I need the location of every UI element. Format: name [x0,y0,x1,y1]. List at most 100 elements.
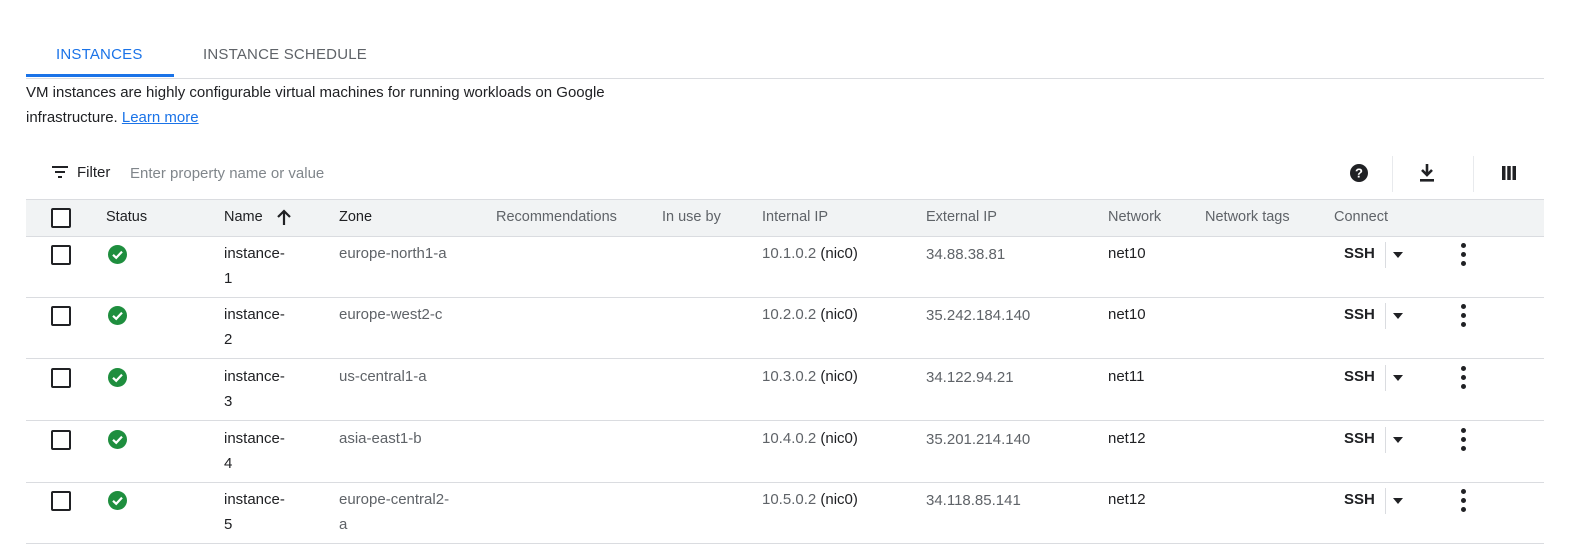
network-link[interactable]: net12 [1108,426,1146,451]
sort-ascending-icon[interactable] [276,208,292,226]
row-checkbox[interactable] [51,430,71,450]
zone-cell: us-central1-a [339,364,427,389]
description-line-1: VM instances are highly configurable vir… [26,84,605,101]
ssh-button[interactable]: SSH [1344,306,1375,323]
network-link[interactable]: net10 [1108,302,1146,327]
ssh-divider [1385,242,1386,268]
tab-instance-schedule[interactable]: INSTANCE SCHEDULE [203,46,367,63]
svg-text:?: ? [1355,166,1363,181]
status-ok-icon [108,430,127,449]
ssh-button[interactable]: SSH [1344,430,1375,447]
instance-name-part: instance- [224,245,285,262]
row-checkbox[interactable] [51,491,71,511]
download-icon[interactable] [1414,160,1440,186]
toolbar-divider [1473,156,1474,192]
instance-name-part: instance- [224,491,285,508]
filter-input[interactable] [130,162,830,184]
status-ok-icon [108,306,127,325]
row-checkbox[interactable] [51,368,71,388]
status-ok-icon [108,245,127,264]
instance-name-link[interactable]: instance- 1 [224,241,285,291]
nic-link[interactable]: (nic0) [820,368,858,385]
column-header-name[interactable]: Name [224,209,263,225]
zone-part: asia-east1-b [339,430,422,447]
internal-ip: 10.1.0.2 [762,245,817,262]
nic-link[interactable]: (nic0) [820,306,858,323]
column-header-status[interactable]: Status [106,209,147,225]
column-header-recommendations[interactable]: Recommendations [496,209,617,225]
filter-icon[interactable] [52,166,68,180]
more-actions-icon[interactable] [1453,428,1473,452]
zone-part: us-central1-a [339,368,427,385]
tab-instances[interactable]: INSTANCES [56,46,143,63]
column-header-zone[interactable]: Zone [339,209,372,225]
nic-link[interactable]: (nic0) [820,430,858,447]
instance-name-part: 2 [224,331,233,348]
zone-part: europe-west2-c [339,306,443,323]
network-link[interactable]: net12 [1108,487,1146,512]
filter-label[interactable]: Filter [77,164,110,181]
page-description: VM instances are highly configurable vir… [26,80,686,130]
row-checkbox[interactable] [51,306,71,326]
instance-name-part: 5 [224,516,233,533]
ssh-dropdown-icon[interactable] [1393,313,1403,319]
column-header-network-tags[interactable]: Network tags [1205,209,1290,225]
ssh-button[interactable]: SSH [1344,491,1375,508]
instance-name-part: 3 [224,393,233,410]
ssh-dropdown-icon[interactable] [1393,252,1403,258]
external-ip: 34.88.38.81 [926,246,1006,263]
ssh-dropdown-icon[interactable] [1393,375,1403,381]
ssh-button[interactable]: SSH [1344,245,1375,262]
row-checkbox[interactable] [51,245,71,265]
more-actions-icon[interactable] [1453,243,1473,267]
internal-ip-cell: 10.5.0.2 (nic0) [762,487,858,512]
ssh-dropdown-icon[interactable] [1393,437,1403,443]
status-ok-icon [108,491,127,510]
ssh-button[interactable]: SSH [1344,368,1375,385]
zone-cell: europe-north1-a [339,241,447,266]
external-ip: 34.118.85.141 [926,492,1021,509]
instance-name-part: instance- [224,368,285,385]
internal-ip-cell: 10.3.0.2 (nic0) [762,364,858,389]
column-header-connect[interactable]: Connect [1334,209,1388,225]
column-header-in-use-by[interactable]: In use by [662,209,721,225]
ssh-divider [1385,427,1386,453]
instance-name-link[interactable]: instance- 3 [224,364,285,414]
row-divider [26,420,1544,421]
active-tab-indicator [26,74,174,77]
more-actions-icon[interactable] [1453,304,1473,328]
network-link[interactable]: net10 [1108,241,1146,266]
zone-part: europe-north1-a [339,245,447,262]
external-ip: 34.122.94.21 [926,369,1014,386]
more-actions-icon[interactable] [1453,366,1473,390]
instance-name-part: 1 [224,270,233,287]
column-header-internal-ip[interactable]: Internal IP [762,209,828,225]
internal-ip: 10.5.0.2 [762,491,817,508]
description-text: infrastructure. [26,109,118,126]
instance-name-part: instance- [224,430,285,447]
instance-name-link[interactable]: instance- 5 [224,487,285,537]
ssh-dropdown-icon[interactable] [1393,498,1403,504]
toolbar-divider [1392,156,1393,192]
internal-ip: 10.2.0.2 [762,306,817,323]
zone-part: europe-central2- [339,491,450,508]
internal-ip-cell: 10.4.0.2 (nic0) [762,426,858,451]
zone-cell: asia-east1-b [339,426,422,451]
network-link[interactable]: net11 [1108,364,1144,389]
instance-name-link[interactable]: instance- 4 [224,426,285,476]
internal-ip: 10.4.0.2 [762,430,817,447]
more-actions-icon[interactable] [1453,489,1473,513]
external-ip: 35.242.184.140 [926,307,1031,324]
select-all-checkbox[interactable] [51,208,71,228]
nic-link[interactable]: (nic0) [820,491,858,508]
ssh-divider [1385,488,1386,514]
zone-part: a [339,516,348,533]
ssh-divider [1385,303,1386,329]
nic-link[interactable]: (nic0) [820,245,858,262]
column-header-network[interactable]: Network [1108,209,1161,225]
learn-more-link[interactable]: Learn more [122,109,199,126]
column-header-external-ip[interactable]: External IP [926,209,997,225]
help-icon[interactable]: ? [1346,160,1372,186]
instance-name-link[interactable]: instance- 2 [224,302,285,352]
columns-icon[interactable] [1496,160,1522,186]
